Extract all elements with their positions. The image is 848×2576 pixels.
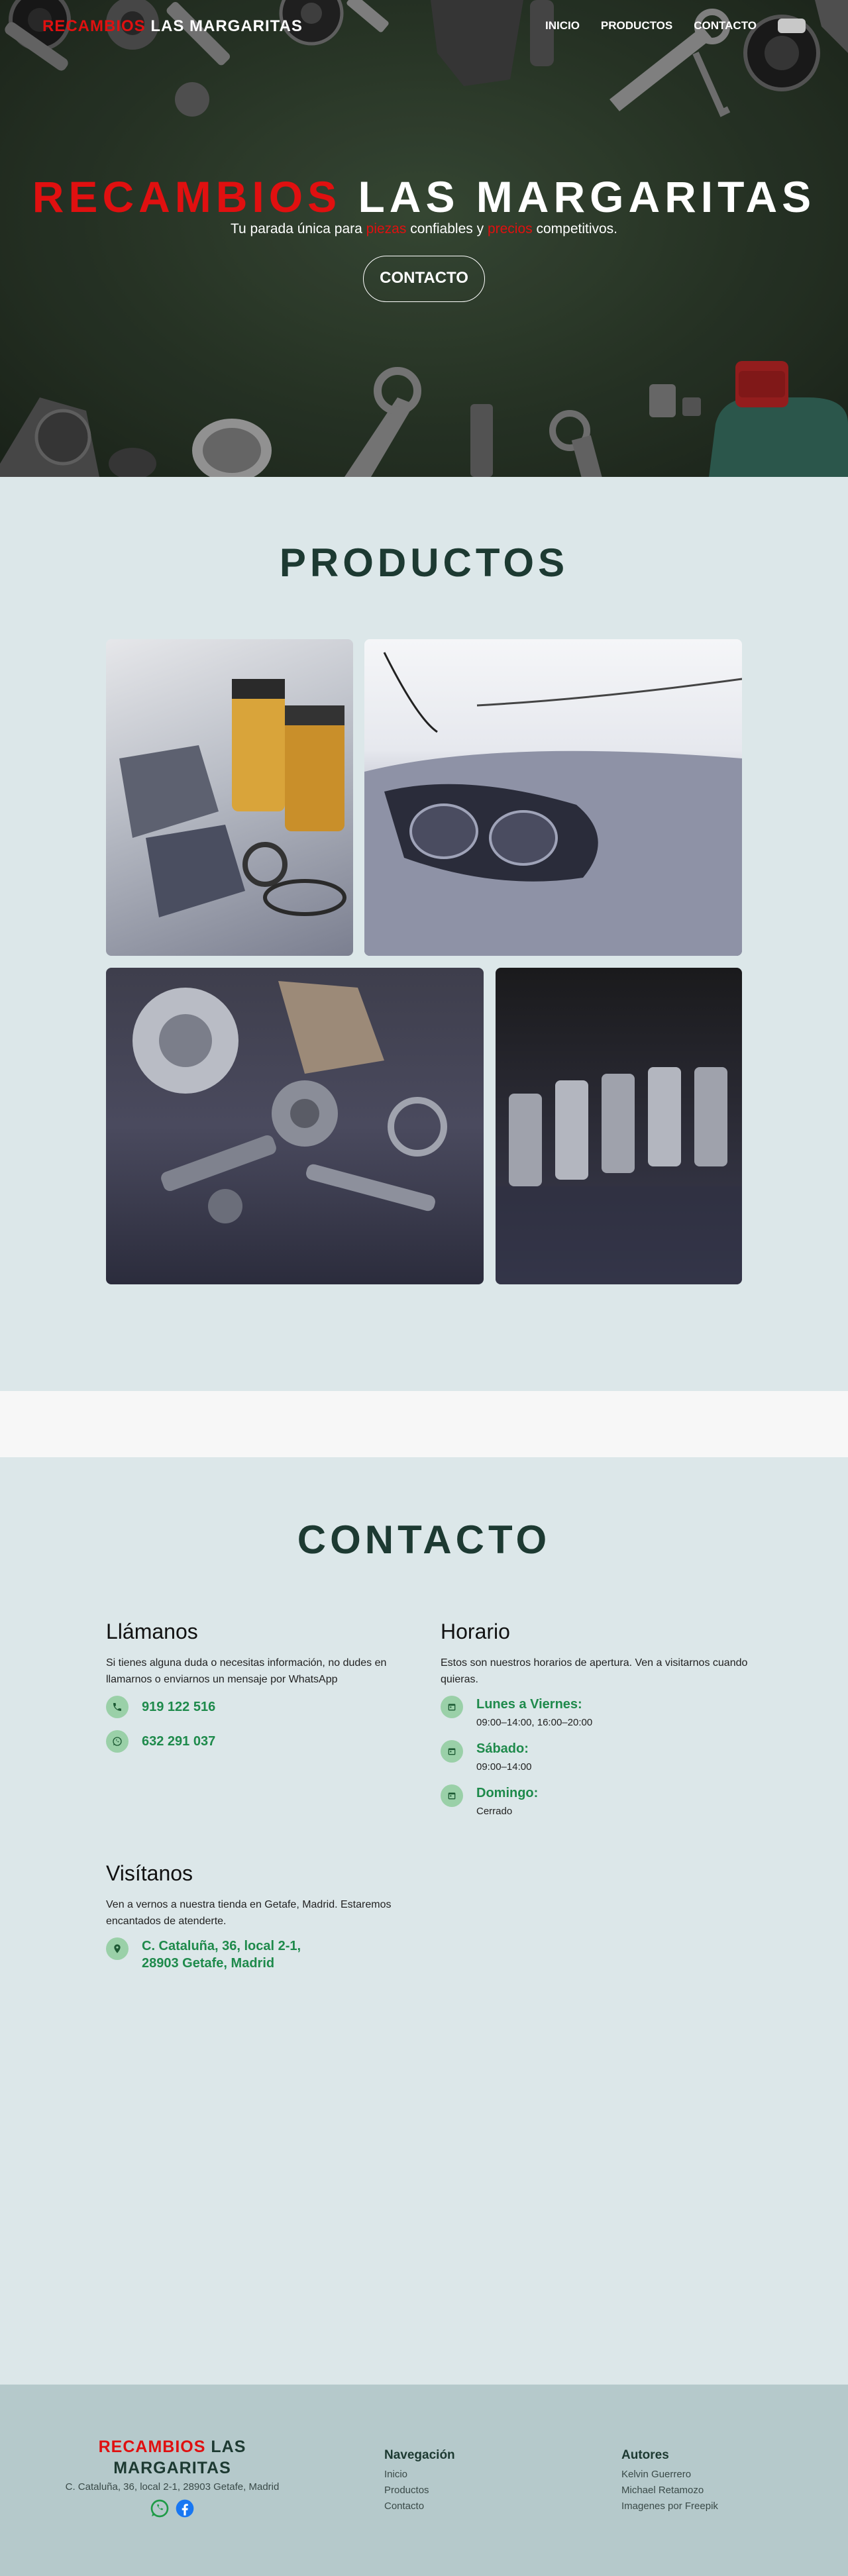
whatsapp-social-icon[interactable] [149, 2498, 170, 2522]
nav-menu: INICIO PRODUCTOS CONTACTO [545, 19, 806, 33]
hero-subtitle: Tu parada única para piezas confiables y… [0, 221, 848, 237]
footer-brand: RECAMBIOS LAS MARGARITAS C. Cataluña, 36… [46, 2436, 298, 2522]
nav-link-productos[interactable]: PRODUCTOS [601, 19, 672, 32]
footer-navigation: Navegación Inicio Productos Contacto [384, 2448, 455, 2514]
author-link-kelvin[interactable]: Kelvin Guerrero [621, 2467, 718, 2483]
hours-saturday-item: Sábado: 09:00–14:00 [441, 1740, 752, 1773]
productos-title: PRODUCTOS [279, 541, 569, 585]
phone-number[interactable]: 919 122 516 [142, 1696, 215, 1718]
footer-address: C. Cataluña, 36, local 2-1, 28903 Getafe… [65, 2481, 280, 2493]
calendar-icon [441, 1784, 463, 1807]
hero-title-red: RECAMBIOS [32, 172, 342, 221]
footer-authors: Autores Kelvin Guerrero Michael Retamozo… [621, 2448, 718, 2514]
address-item[interactable]: C. Cataluña, 36, local 2-1, 28903 Getafe… [106, 1937, 417, 1972]
product-image-headlight[interactable] [364, 639, 742, 956]
facebook-social-icon[interactable] [174, 2498, 195, 2522]
brand-rest-text: LAS MARGARITAS [145, 17, 303, 35]
location-pin-icon [106, 1937, 129, 1960]
contacto-section: CONTACTO Llámanos Si tienes alguna duda … [0, 1457, 848, 2385]
footer-brand-name: RECAMBIOS LAS MARGARITAS [46, 2436, 298, 2479]
injector-illustration [496, 1067, 742, 1284]
product-image-brake-pads-filters[interactable] [106, 639, 353, 956]
llamanos-heading: Llámanos [106, 1620, 198, 1643]
nav-link-inicio[interactable]: INICIO [545, 19, 580, 32]
hero-sub-red1: piezas [366, 221, 407, 236]
hours-weekday-item: Lunes a Viernes: 09:00–14:00, 16:00–20:0… [441, 1696, 752, 1728]
product-image-transmission-parts[interactable] [106, 968, 484, 1284]
footer-link-inicio[interactable]: Inicio [384, 2467, 455, 2483]
whatsapp-item[interactable]: 632 291 037 [106, 1730, 417, 1753]
whatsapp-icon [106, 1730, 129, 1753]
footer-socials [46, 2498, 298, 2522]
hours-sunday-item: Domingo: Cerrado [441, 1784, 752, 1817]
hero-contact-button[interactable]: CONTACTO [363, 256, 485, 302]
footer-link-contacto[interactable]: Contacto [384, 2499, 455, 2514]
hero-sub-a: Tu parada única para [230, 221, 366, 236]
sunday-hours: Cerrado [476, 1806, 513, 1817]
saturday-label: Sábado: [476, 1741, 529, 1756]
theme-toggle[interactable] [778, 19, 806, 33]
footer-link-productos[interactable]: Productos [384, 2483, 455, 2499]
saturday-hours: 09:00–14:00 [476, 1761, 532, 1773]
footer-authors-heading: Autores [621, 2448, 669, 2462]
weekday-label: Lunes a Viernes: [476, 1697, 582, 1712]
author-link-michael[interactable]: Michael Retamozo [621, 2483, 718, 2499]
hero-content: RECAMBIOS LAS MARGARITAS Tu parada única… [0, 174, 848, 302]
productos-section: PRODUCTOS [0, 477, 848, 1391]
whatsapp-number[interactable]: 632 291 037 [142, 1730, 215, 1753]
top-navbar: RECAMBIOS LAS MARGARITAS INICIO PRODUCTO… [0, 0, 848, 53]
horario-heading: Horario [441, 1620, 510, 1643]
brand-logo[interactable]: RECAMBIOS LAS MARGARITAS [42, 17, 303, 36]
hero-sub-b: confiables y [406, 221, 488, 236]
footer-brand-red: RECAMBIOS [98, 2438, 206, 2456]
transmission-illustration [132, 981, 447, 1223]
visitanos-description: Ven a vernos a nuestra tienda en Getafe,… [106, 1899, 392, 1927]
nav-link-contacto[interactable]: CONTACTO [694, 19, 757, 32]
hero-sub-red2: precios [487, 221, 533, 236]
footer: RECAMBIOS LAS MARGARITAS C. Cataluña, 36… [0, 2385, 848, 2576]
visitanos-heading: Visítanos [106, 1861, 193, 1885]
hero-title-rest: LAS MARGARITAS [341, 172, 816, 221]
brand-red-text: RECAMBIOS [42, 17, 146, 35]
store-address[interactable]: C. Cataluña, 36, local 2-1, 28903 Getafe… [142, 1937, 314, 1972]
contacto-title: CONTACTO [297, 1518, 551, 1562]
product-gallery [106, 639, 742, 1284]
section-divider-band [0, 1391, 848, 1457]
llamanos-block: Llámanos Si tienes alguna duda o necesit… [106, 1620, 417, 1765]
horario-description: Estos son nuestros horarios de apertura.… [441, 1657, 748, 1685]
headlight-illustration [364, 652, 742, 956]
llamanos-description: Si tienes alguna duda o necesitas inform… [106, 1657, 387, 1685]
hero-title: RECAMBIOS LAS MARGARITAS [0, 174, 848, 220]
phone-item[interactable]: 919 122 516 [106, 1696, 417, 1718]
phone-icon [106, 1696, 129, 1718]
product-image-injectors[interactable] [496, 968, 742, 1284]
brake-filter-illustration [119, 679, 346, 917]
calendar-icon [441, 1696, 463, 1718]
calendar-icon [441, 1740, 463, 1763]
visitanos-block: Visítanos Ven a vernos a nuestra tienda … [106, 1861, 417, 1984]
footer-nav-heading: Navegación [384, 2448, 455, 2462]
hero-section: RECAMBIOS LAS MARGARITAS INICIO PRODUCTO… [0, 0, 848, 477]
weekday-hours: 09:00–14:00, 16:00–20:00 [476, 1717, 593, 1728]
sunday-label: Domingo: [476, 1786, 539, 1800]
hero-sub-c: competitivos. [532, 221, 618, 236]
credit-link-freepik[interactable]: Imagenes por Freepik [621, 2499, 718, 2514]
horario-block: Horario Estos son nuestros horarios de a… [441, 1620, 752, 1829]
